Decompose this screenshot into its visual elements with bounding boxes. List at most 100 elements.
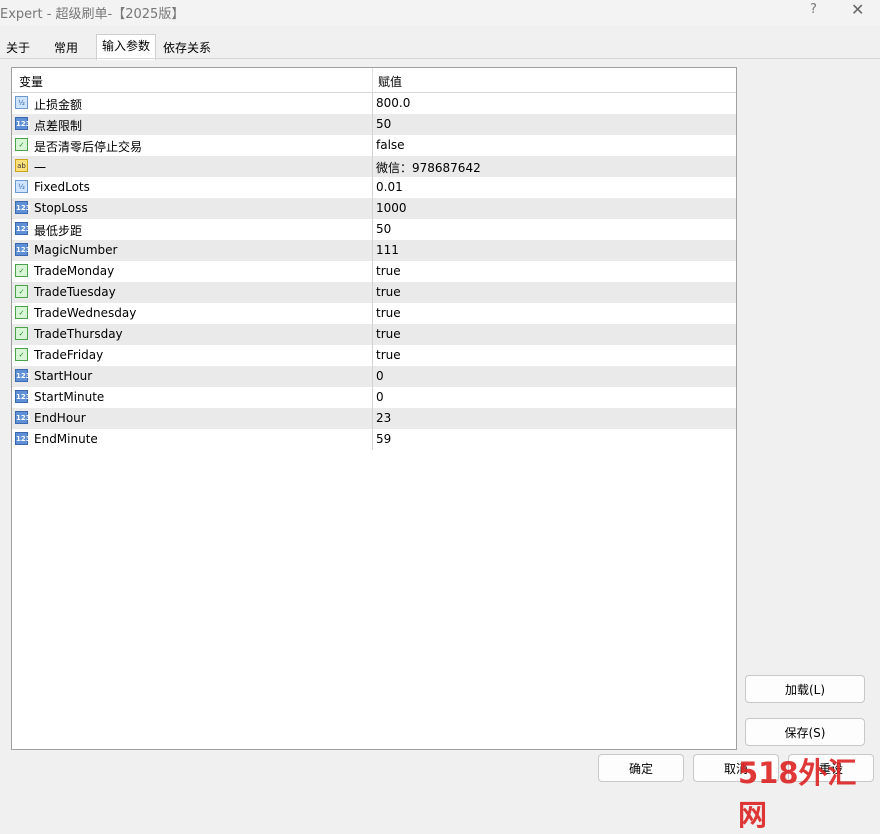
- load-button[interactable]: 加载(L): [745, 675, 865, 703]
- parameter-name: TradeMonday: [34, 264, 115, 278]
- parameter-value[interactable]: 800.0: [376, 96, 410, 110]
- parameter-name: StopLoss: [34, 201, 88, 215]
- cell-divider: [372, 114, 373, 135]
- column-divider[interactable]: [372, 68, 373, 92]
- cell-divider: [372, 93, 373, 114]
- cell-divider: [372, 429, 373, 450]
- parameter-value[interactable]: true: [376, 264, 401, 278]
- integer-type-icon: 123: [15, 201, 31, 214]
- table-row[interactable]: 123 EndMinute 59: [12, 429, 736, 450]
- table-row[interactable]: 123 点差限制 50: [12, 114, 736, 135]
- parameter-name: TradeFriday: [34, 348, 104, 362]
- table-row[interactable]: 123 MagicNumber 111: [12, 240, 736, 261]
- table-row[interactable]: ½ FixedLots 0.01: [12, 177, 736, 198]
- column-header-value[interactable]: 赋值: [378, 73, 402, 90]
- table-row[interactable]: ✓ TradeThursday true: [12, 324, 736, 345]
- cell-divider: [372, 324, 373, 345]
- table-row[interactable]: ✓ TradeWednesday true: [12, 303, 736, 324]
- help-button[interactable]: ?: [810, 2, 817, 17]
- parameter-value[interactable]: 50: [376, 117, 391, 131]
- save-button[interactable]: 保存(S): [745, 718, 865, 746]
- parameter-table: 变量 赋值 ½ 止损金额 800.0 123 点差限制 50 ✓ 是否清零后停止交易 false…: [11, 67, 737, 750]
- table-row[interactable]: 123 StopLoss 1000: [12, 198, 736, 219]
- cell-divider: [372, 387, 373, 408]
- boolean-type-icon: ✓: [15, 285, 28, 298]
- table-row[interactable]: ✓ TradeFriday true: [12, 345, 736, 366]
- integer-type-icon: 123: [15, 222, 31, 235]
- tab-common[interactable]: 常用: [49, 37, 83, 59]
- boolean-type-icon: ✓: [15, 348, 28, 361]
- parameter-value[interactable]: 50: [376, 222, 391, 236]
- parameter-value[interactable]: 23: [376, 411, 391, 425]
- parameter-value[interactable]: 微信：978687642: [376, 159, 481, 176]
- table-row[interactable]: ab 一 微信：978687642: [12, 156, 736, 177]
- parameter-value[interactable]: 111: [376, 243, 399, 257]
- ok-button[interactable]: 确定: [598, 754, 684, 782]
- tab-bar: 关于 常用 输入参数 依存关系: [0, 34, 880, 60]
- parameter-name: EndHour: [34, 411, 86, 425]
- tab-about[interactable]: 关于: [1, 37, 35, 59]
- boolean-type-icon: ✓: [15, 264, 28, 277]
- integer-type-icon: 123: [15, 369, 31, 382]
- parameter-value[interactable]: 0: [376, 369, 384, 383]
- parameter-name: EndMinute: [34, 432, 98, 446]
- parameter-name: FixedLots: [34, 180, 90, 194]
- integer-type-icon: 123: [15, 390, 31, 403]
- table-row[interactable]: ✓ TradeTuesday true: [12, 282, 736, 303]
- window-title: Expert - 超级刷单-【2025版】: [0, 7, 185, 22]
- boolean-type-icon: ✓: [15, 138, 28, 151]
- parameter-name: 一: [34, 161, 47, 175]
- table-row[interactable]: ½ 止损金额 800.0: [12, 93, 736, 114]
- parameter-value[interactable]: 0.01: [376, 180, 403, 194]
- tab-dependencies[interactable]: 依存关系: [158, 37, 216, 59]
- string-type-icon: ab: [15, 159, 28, 172]
- table-row[interactable]: ✓ TradeMonday true: [12, 261, 736, 282]
- cell-divider: [372, 240, 373, 261]
- cell-divider: [372, 282, 373, 303]
- parameter-value[interactable]: true: [376, 306, 401, 320]
- table-row[interactable]: 123 EndHour 23: [12, 408, 736, 429]
- cell-divider: [372, 135, 373, 156]
- parameter-name: MagicNumber: [34, 243, 118, 257]
- integer-type-icon: 123: [15, 432, 31, 445]
- parameter-name: TradeTuesday: [34, 285, 116, 299]
- integer-type-icon: 123: [15, 243, 31, 256]
- parameter-name: 最低步距: [34, 224, 83, 238]
- column-header-variable[interactable]: 变量: [19, 73, 43, 90]
- double-type-icon: ½: [15, 180, 28, 193]
- close-icon[interactable]: ✕: [851, 0, 864, 19]
- table-row[interactable]: ✓ 是否清零后停止交易 false: [12, 135, 736, 156]
- parameter-value[interactable]: true: [376, 285, 401, 299]
- cell-divider: [372, 177, 373, 198]
- parameter-name: StartMinute: [34, 390, 105, 404]
- parameter-value[interactable]: false: [376, 138, 405, 152]
- parameter-value[interactable]: 1000: [376, 201, 407, 215]
- parameter-name: 点差限制: [34, 119, 83, 133]
- parameter-name: TradeWednesday: [34, 306, 137, 320]
- cell-divider: [372, 366, 373, 387]
- double-type-icon: ½: [15, 96, 28, 109]
- parameter-value[interactable]: true: [376, 327, 401, 341]
- parameter-name: 止损金额: [34, 98, 83, 112]
- parameter-value[interactable]: 59: [376, 432, 391, 446]
- cell-divider: [372, 156, 373, 177]
- boolean-type-icon: ✓: [15, 327, 28, 340]
- cell-divider: [372, 303, 373, 324]
- parameter-name: StartHour: [34, 369, 93, 383]
- title-bar: Expert - 超级刷单-【2025版】 ? ✕: [0, 0, 880, 26]
- table-row[interactable]: 123 StartHour 0: [12, 366, 736, 387]
- parameter-value[interactable]: 0: [376, 390, 384, 404]
- table-row[interactable]: 123 StartMinute 0: [12, 387, 736, 408]
- tab-inputs[interactable]: 输入参数: [96, 34, 157, 60]
- parameter-name: 是否清零后停止交易: [34, 140, 143, 154]
- cell-divider: [372, 219, 373, 240]
- parameter-value[interactable]: true: [376, 348, 401, 362]
- boolean-type-icon: ✓: [15, 306, 28, 319]
- integer-type-icon: 123: [15, 117, 31, 130]
- tab-divider: [0, 58, 880, 59]
- table-row[interactable]: 123 最低步距 50: [12, 219, 736, 240]
- watermark-logo: 518外汇网: [738, 756, 857, 832]
- table-header: 变量 赋值: [12, 68, 736, 93]
- cell-divider: [372, 408, 373, 429]
- cell-divider: [372, 198, 373, 219]
